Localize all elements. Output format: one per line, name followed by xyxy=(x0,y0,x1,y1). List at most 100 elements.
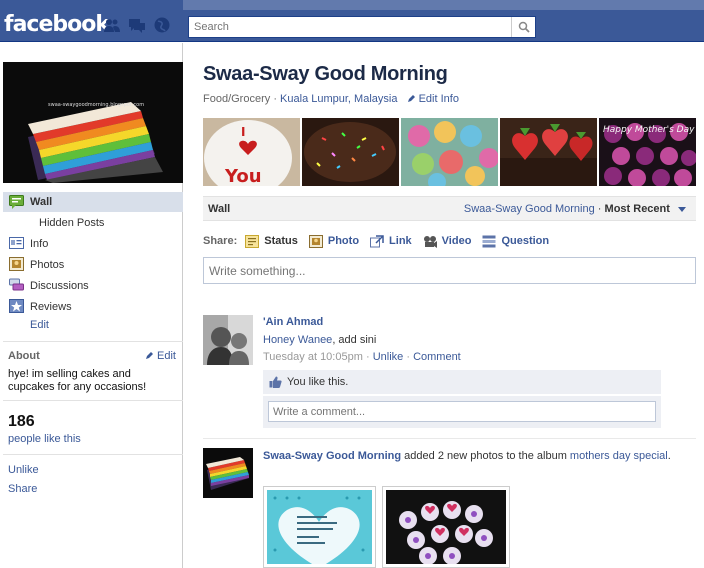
story-author-link[interactable]: Swaa-Sway Good Morning xyxy=(263,450,401,462)
nav-item-info[interactable]: Info xyxy=(3,233,183,254)
nav-item-wall[interactable]: Wall xyxy=(3,192,183,212)
story-body: added 2 new photos to the album xyxy=(401,450,570,462)
search-icon xyxy=(518,21,530,33)
photo-icon xyxy=(308,234,323,248)
wall-icon xyxy=(9,195,24,209)
notifications-icon[interactable] xyxy=(153,17,171,33)
share-photo-button[interactable]: Photo xyxy=(308,234,360,248)
rainbow-cake-image: swaa-swaygoodmorning.blogspot.com xyxy=(3,62,183,183)
mothers-day-text: Happy Mother's Day xyxy=(603,125,695,135)
share-option-label: Video xyxy=(441,235,472,247)
story-text: Honey Wanee, add sini xyxy=(263,334,376,346)
nav-label: Wall xyxy=(30,196,53,208)
share-link[interactable]: Share xyxy=(8,483,37,495)
story-divider xyxy=(203,438,696,439)
share-question-button[interactable]: Question xyxy=(482,235,549,248)
comment-action-link[interactable]: Comment xyxy=(413,351,461,363)
divider xyxy=(3,341,183,342)
album-photo-frame xyxy=(386,490,506,564)
strip-photo-heart-cake[interactable]: I You xyxy=(203,118,300,186)
nav-label: Discussions xyxy=(30,279,89,292)
mothers-day-cupcakes-image: Happy Mother's Day xyxy=(599,118,696,186)
divider xyxy=(3,454,183,455)
image-watermark: swaa-swaygoodmorning.blogspot.com xyxy=(48,102,144,108)
search-button[interactable] xyxy=(511,17,535,37)
wall-filter: Swaa-Sway Good Morning · Most Recent xyxy=(464,203,686,215)
share-option-label: Photo xyxy=(327,235,360,247)
share-status-button[interactable]: Status xyxy=(245,234,298,248)
sort-label: Most Recent xyxy=(604,203,670,215)
avatar[interactable] xyxy=(203,315,253,365)
edit-info-link[interactable]: Edit Info xyxy=(407,93,459,105)
search-box xyxy=(188,16,536,38)
messages-icon[interactable] xyxy=(128,17,146,33)
nav-edit-link[interactable]: Edit xyxy=(3,317,183,333)
comment-input[interactable] xyxy=(268,401,656,422)
wall-filter-name-link[interactable]: Swaa-Sway Good Morning xyxy=(464,203,595,215)
share-video-button[interactable]: Video xyxy=(423,235,472,248)
wall-bar: Wall Swaa-Sway Good Morning · Most Recen… xyxy=(203,196,696,221)
nav-item-photos[interactable]: Photos xyxy=(3,254,183,275)
strip-photo-cupcakes[interactable] xyxy=(401,118,498,186)
nav-label: Hidden Posts xyxy=(39,216,105,229)
meta-separator: · xyxy=(365,351,373,363)
nav-item-reviews[interactable]: Reviews xyxy=(3,296,183,317)
story-body-end: . xyxy=(667,450,671,462)
friends-icon[interactable] xyxy=(103,17,121,33)
page-avatar-image xyxy=(203,448,253,498)
status-input[interactable] xyxy=(204,258,695,283)
story-meta: Tuesday at 10:05pm · Unlike · Comment xyxy=(263,351,461,363)
pencil-icon xyxy=(407,95,415,102)
thumbs-up-icon xyxy=(269,376,282,388)
avatar[interactable] xyxy=(203,448,253,498)
story-mention-link[interactable]: Honey Wanee xyxy=(263,334,332,346)
caret-down-icon xyxy=(678,206,686,212)
left-column: swaa-swaygoodmorning.blogspot.com Wall H… xyxy=(0,43,183,568)
strip-photo-chocolate-cake[interactable] xyxy=(302,118,399,186)
sort-dropdown[interactable]: Most Recent xyxy=(605,203,686,215)
story-body: , add sini xyxy=(332,334,377,346)
status-icon xyxy=(245,234,260,248)
top-bar-strip xyxy=(183,0,704,10)
menu-card-image xyxy=(267,490,372,564)
facebook-logo[interactable]: facebook xyxy=(4,12,110,37)
story-text: Swaa-Sway Good Morning added 2 new photo… xyxy=(263,450,683,463)
story-timestamp[interactable]: Tuesday at 10:05pm xyxy=(263,351,363,363)
svg-text:You: You xyxy=(224,166,262,186)
page-title: Swaa-Sway Good Morning xyxy=(203,63,448,85)
about-text: hye! im selling cakes and cupcakes for a… xyxy=(8,368,147,393)
unlike-link[interactable]: Unlike xyxy=(8,464,39,476)
heart-cupcakes-image xyxy=(386,490,506,564)
photo-strip: I You Happy Mother's Day xyxy=(203,118,697,186)
nav-item-discussions[interactable]: Discussions xyxy=(3,275,183,296)
wall-bar-title: Wall xyxy=(208,203,231,215)
discussions-icon xyxy=(9,278,24,291)
like-summary-text: You like this. xyxy=(287,376,349,388)
reviews-icon xyxy=(9,299,24,313)
info-icon xyxy=(9,237,24,249)
album-photo-2[interactable] xyxy=(382,486,510,568)
story-author-link[interactable]: 'Ain Ahmad xyxy=(263,316,323,328)
album-link[interactable]: mothers day special xyxy=(570,450,668,462)
profile-picture[interactable]: swaa-swaygoodmorning.blogspot.com xyxy=(3,62,183,183)
unlike-action-link[interactable]: Unlike xyxy=(373,351,404,363)
share-link-button[interactable]: Link xyxy=(370,234,412,248)
nav-item-hidden-posts[interactable]: Hidden Posts xyxy=(3,212,183,233)
page-location-link[interactable]: Kuala Lumpur, Malaysia xyxy=(280,93,397,105)
status-composer xyxy=(203,257,696,284)
strip-photo-mothers-day-cupcakes[interactable]: Happy Mother's Day xyxy=(599,118,696,186)
about-edit-link[interactable]: Edit xyxy=(145,350,176,362)
filter-separator: · xyxy=(597,203,605,215)
album-photo-1[interactable] xyxy=(263,486,376,568)
search-input[interactable] xyxy=(189,17,509,37)
strawberry-cake-image xyxy=(500,118,597,186)
chocolate-sprinkle-cake-image xyxy=(302,118,399,186)
likes-label-link[interactable]: people like this xyxy=(8,433,81,445)
share-row: Share: Status Photo Link Video Question xyxy=(203,234,560,248)
top-bar: facebook xyxy=(0,0,704,42)
strip-photo-strawberry-cake[interactable] xyxy=(500,118,597,186)
nav-label: Photos xyxy=(30,258,65,271)
divider xyxy=(3,400,183,401)
nav-label: Info xyxy=(30,237,49,250)
nav-label: Reviews xyxy=(30,300,72,313)
